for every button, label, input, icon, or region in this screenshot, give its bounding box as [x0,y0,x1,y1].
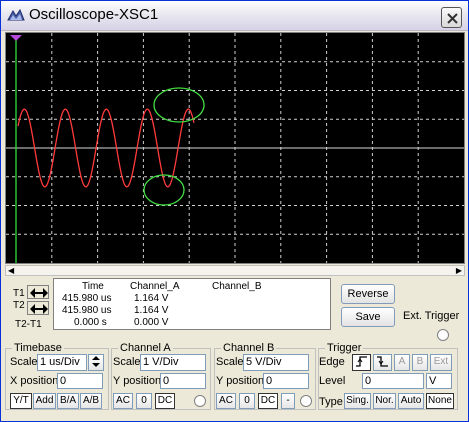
measurement-panel: Time Channel_A Channel_B 415.980 us 1.16… [53,278,331,330]
channel-a-terminal[interactable] [194,395,206,407]
channel-a-title: Channel A [118,342,173,354]
delta-channel-a-value: 0.000 V [134,317,169,328]
left-right-arrows-icon [30,288,48,298]
t1-time-value: 415.980 us [62,293,112,304]
trigger-auto-button[interactable]: Auto [398,393,424,409]
trigger-level-unit[interactable]: V [426,373,452,389]
scroll-right-icon[interactable]: ▶ [456,267,462,275]
rising-edge-button[interactable] [352,354,371,371]
up-down-arrow-icon [92,356,100,367]
timebase-scale-field[interactable]: 1 us/Div [37,354,87,371]
oscilloscope-screen[interactable] [5,32,465,264]
window-title: Oscilloscope-XSC1 [29,6,159,23]
trigger-title: Trigger [325,342,364,354]
trigger-source-b-button[interactable]: B [412,354,428,371]
t1-channel-a-value: 1.164 V [134,293,169,304]
mode-ab-button[interactable]: A/B [80,393,102,409]
falling-edge-button[interactable] [373,354,392,371]
channel-b-zero-button[interactable]: 0 [239,393,255,409]
falling-edge-icon [377,356,388,367]
scroll-left-icon[interactable]: ◀ [8,267,14,275]
channel-a-scale-label: Scale [113,356,141,368]
channel-b-ac-button[interactable]: AC [216,393,236,409]
trigger-source-ext-button[interactable]: Ext [430,354,452,371]
timebase-scale-label: Scale [10,356,38,368]
horizontal-scrollbar[interactable]: ◀ ▶ [5,265,465,276]
oscilloscope-window: Oscilloscope-XSC1 ◀ ▶ T1 T2 T2-T1 Time C… [0,0,469,422]
left-right-arrows-icon [30,304,48,314]
save-button[interactable]: Save [341,307,395,327]
trigger-source-a-button[interactable]: A [394,354,410,371]
channel-b-terminal[interactable] [300,395,312,407]
ext-trigger-label: Ext. Trigger [403,310,460,322]
channel-a-ac-button[interactable]: AC [113,393,133,409]
channel-b-title: Channel B [221,342,277,354]
ext-trigger-terminal[interactable] [437,329,449,341]
channel-b-header: Channel_B [212,281,262,292]
timebase-scale-spinner[interactable] [88,354,104,371]
delta-time-value: 0.000 s [74,317,107,328]
mode-yt-button[interactable]: Y/T [10,393,32,409]
t2-label: T2 [13,300,25,311]
t1-label: T1 [13,288,25,299]
timebase-xpos-label: X position [10,375,59,387]
channel-a-zero-button[interactable]: 0 [136,393,152,409]
rising-edge-icon [356,356,367,367]
multisim-app-icon [7,8,25,24]
cursor-t1-marker-icon [10,35,22,41]
trigger-type-label: Type [319,396,343,408]
trigger-none-button[interactable]: None [426,393,454,409]
trigger-level-field[interactable]: 0 [362,373,424,389]
trigger-single-button[interactable]: Sing. [344,393,371,409]
annotation-ellipse-peak [153,87,205,123]
trigger-level-label: Level [319,375,346,387]
title-bar[interactable]: Oscilloscope-XSC1 [1,1,468,31]
t2-cursor-stepper[interactable] [27,301,49,315]
reverse-button[interactable]: Reverse [341,284,395,304]
channel-b-minus-button[interactable]: - [281,393,295,409]
t2-channel-a-value: 1.164 V [134,305,169,316]
t1-cursor-stepper[interactable] [27,285,49,299]
channel-a-ypos-label: Y position [113,375,162,387]
channel-b-scale-label: Scale [216,356,244,368]
channel-a-scale-field[interactable]: 1 V/Div [140,354,206,371]
timebase-xpos-field[interactable]: 0 [57,373,103,389]
timebase-title: Timebase [12,342,64,354]
trigger-edge-label: Edge [319,356,345,368]
scope-display [6,33,464,263]
channel-b-ypos-field[interactable]: 0 [263,373,309,389]
channel-a-header: Channel_A [130,281,180,292]
mode-add-button[interactable]: Add [33,393,56,409]
channel-b-dc-button[interactable]: DC [258,393,278,409]
close-icon [447,13,458,24]
close-button[interactable] [441,7,462,28]
channel-a-ypos-field[interactable]: 0 [160,373,206,389]
time-header: Time [82,281,104,292]
trigger-normal-button[interactable]: Nor. [373,393,396,409]
t2-t1-label: T2-T1 [15,319,42,330]
channel-b-ypos-label: Y position [216,375,265,387]
t2-time-value: 415.980 us [62,305,112,316]
channel-a-dc-button[interactable]: DC [155,393,175,409]
mode-ba-button[interactable]: B/A [57,393,79,409]
channel-b-scale-field[interactable]: 5 V/Div [243,354,309,371]
